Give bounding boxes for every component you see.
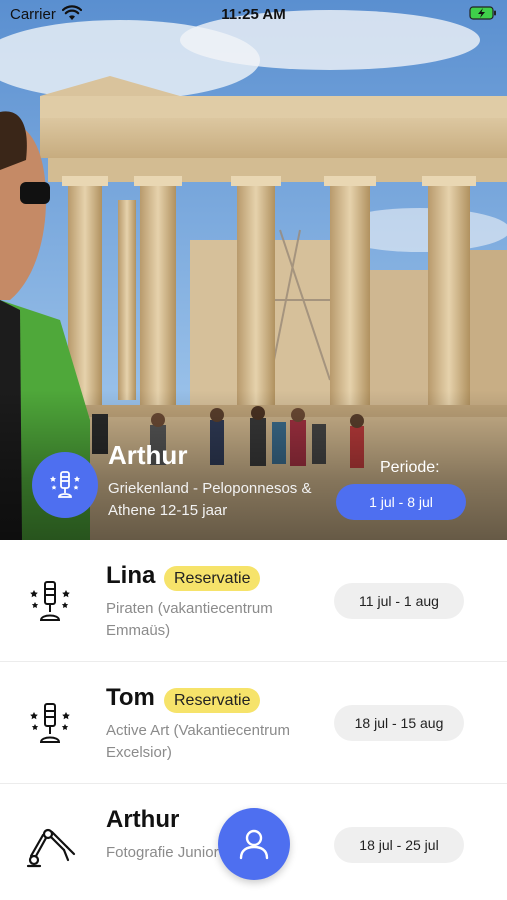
item-name: Arthur bbox=[106, 806, 180, 833]
hero-description: Griekenland - Peloponnesos & Athene 12-1… bbox=[108, 480, 312, 519]
list-item[interactable]: Lina Reservatie Piraten (vakantiecentrum… bbox=[0, 540, 507, 662]
reservation-badge: Reservatie bbox=[164, 566, 261, 591]
hero-avatar[interactable] bbox=[32, 452, 98, 518]
profile-fab[interactable] bbox=[218, 808, 290, 880]
list-item[interactable]: Tom Reservatie Active Art (Vakantiecentr… bbox=[0, 662, 507, 784]
hero-name: Arthur bbox=[108, 440, 188, 470]
status-bar: Carrier 11:25 AM bbox=[0, 0, 507, 30]
user-icon bbox=[239, 829, 269, 860]
reservation-badge: Reservatie bbox=[164, 688, 261, 713]
period-pill[interactable]: 1 jul - 8 jul bbox=[336, 484, 466, 520]
date-pill[interactable]: 18 jul - 15 aug bbox=[334, 705, 464, 741]
microphone-star-icon bbox=[50, 471, 80, 498]
date-pill[interactable]: 18 jul - 25 jul bbox=[334, 827, 464, 863]
date-pill[interactable]: 11 jul - 1 aug bbox=[334, 583, 464, 619]
clock: 11:25 AM bbox=[221, 6, 286, 23]
battery-charging-icon bbox=[469, 6, 496, 20]
period-label: Periode: bbox=[380, 459, 440, 476]
item-name: Lina bbox=[106, 562, 156, 589]
microphone-star-icon bbox=[30, 581, 70, 621]
item-description: Active Art (Vakantiecentrum Excelsior) bbox=[106, 722, 290, 761]
hero-banner[interactable]: Carrier 11:25 AM Arthur Griekenland - Pe… bbox=[0, 0, 507, 540]
item-description: Piraten (vakantiecentrum Emmaüs) bbox=[106, 600, 273, 639]
robot-arm-icon bbox=[26, 828, 76, 868]
item-name: Tom bbox=[106, 684, 155, 711]
microphone-star-icon bbox=[30, 703, 70, 743]
